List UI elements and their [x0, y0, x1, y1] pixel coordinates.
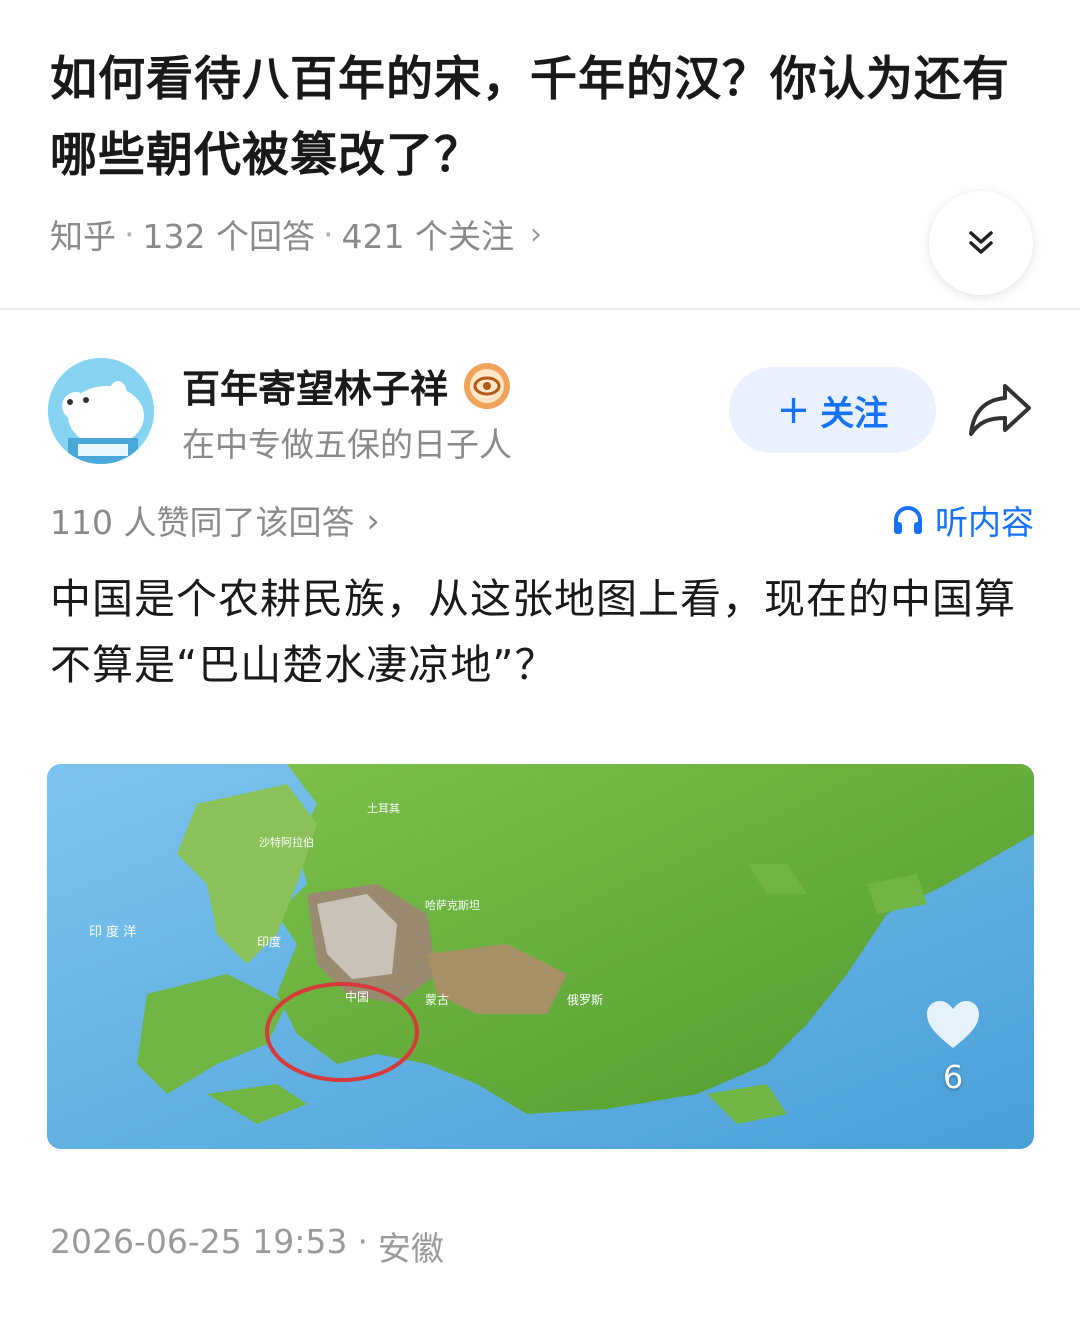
chevron-right-icon: ›	[366, 500, 380, 540]
timestamp: 2026-06-25 19:53	[50, 1222, 348, 1261]
listen-button[interactable]: 听内容	[891, 496, 1034, 544]
author-name-row[interactable]: 百年寄望林子祥	[182, 358, 512, 413]
map-label-china: 中国	[345, 989, 369, 1004]
expand-button[interactable]	[929, 191, 1033, 295]
separator: ·	[357, 1222, 368, 1261]
vote-summary[interactable]: 110 人赞同了该回答 ›	[50, 496, 380, 544]
heart-icon	[927, 1001, 979, 1048]
like-count: 6	[942, 1058, 964, 1096]
map-label-turkey: 土耳其	[367, 802, 400, 815]
plus-icon: +	[776, 387, 811, 433]
answer-footer: 2026-06-25 19:53 · 安徽	[50, 1222, 444, 1270]
listen-label: 听内容	[935, 503, 1034, 542]
source-label: 知乎	[50, 217, 116, 256]
map-label-russia: 俄罗斯	[567, 993, 603, 1007]
share-icon[interactable]	[965, 378, 1035, 440]
author-bio: 在中专做五保的日子人	[182, 425, 512, 464]
double-chevron-down-icon	[969, 231, 993, 254]
avatar[interactable]	[48, 358, 154, 464]
vote-count: 110 人赞同了该回答	[50, 503, 355, 542]
author-name[interactable]: 百年寄望林子祥	[182, 358, 448, 413]
map-label-saudi: 沙特阿拉伯	[259, 835, 314, 849]
follow-button[interactable]: + 关注	[729, 367, 936, 453]
follow-label: 关注	[820, 393, 889, 434]
question-title[interactable]: 如何看待八百年的宋，千年的汉？你认为还有哪些朝代被篡改了？	[50, 42, 1040, 194]
separator: ·	[124, 214, 135, 254]
map-label-kazakhstan: 哈萨克斯坦	[425, 898, 480, 912]
question-meta[interactable]: 知乎 · 132 个回答 · 421 个关注 ›	[50, 210, 542, 258]
separator: ·	[322, 214, 334, 254]
like-button[interactable]: 6	[920, 1000, 986, 1096]
question-card: 如何看待八百年的宋，千年的汉？你认为还有哪些朝代被篡改了？ 知乎 · 132 个…	[0, 0, 1080, 308]
section-divider	[0, 308, 1080, 310]
chevron-right-icon: ›	[529, 216, 542, 252]
location: 安徽	[377, 1229, 444, 1268]
map-label-india: 印度	[257, 934, 281, 949]
answer-count: 132 个回答	[142, 217, 315, 256]
verified-badge-icon	[464, 362, 511, 409]
answer-image-map[interactable]: 印 度 洋 中国 蒙古 俄罗斯 印度 哈萨克斯坦 土耳其 沙特阿拉伯	[47, 764, 1034, 1149]
avatar-image	[48, 358, 154, 464]
map-label-mongolia: 蒙古	[425, 992, 449, 1007]
headphones-icon	[894, 506, 922, 534]
map-label-ocean: 印 度 洋	[89, 924, 136, 940]
map-illustration: 印 度 洋 中国 蒙古 俄罗斯 印度 哈萨克斯坦 土耳其 沙特阿拉伯	[47, 764, 1034, 1149]
answer-text: 中国是个农耕民族，从这张地图上看，现在的中国算不算是“巴山楚水凄凉地”？	[50, 575, 1016, 689]
follower-count: 421 个关注	[341, 217, 514, 256]
